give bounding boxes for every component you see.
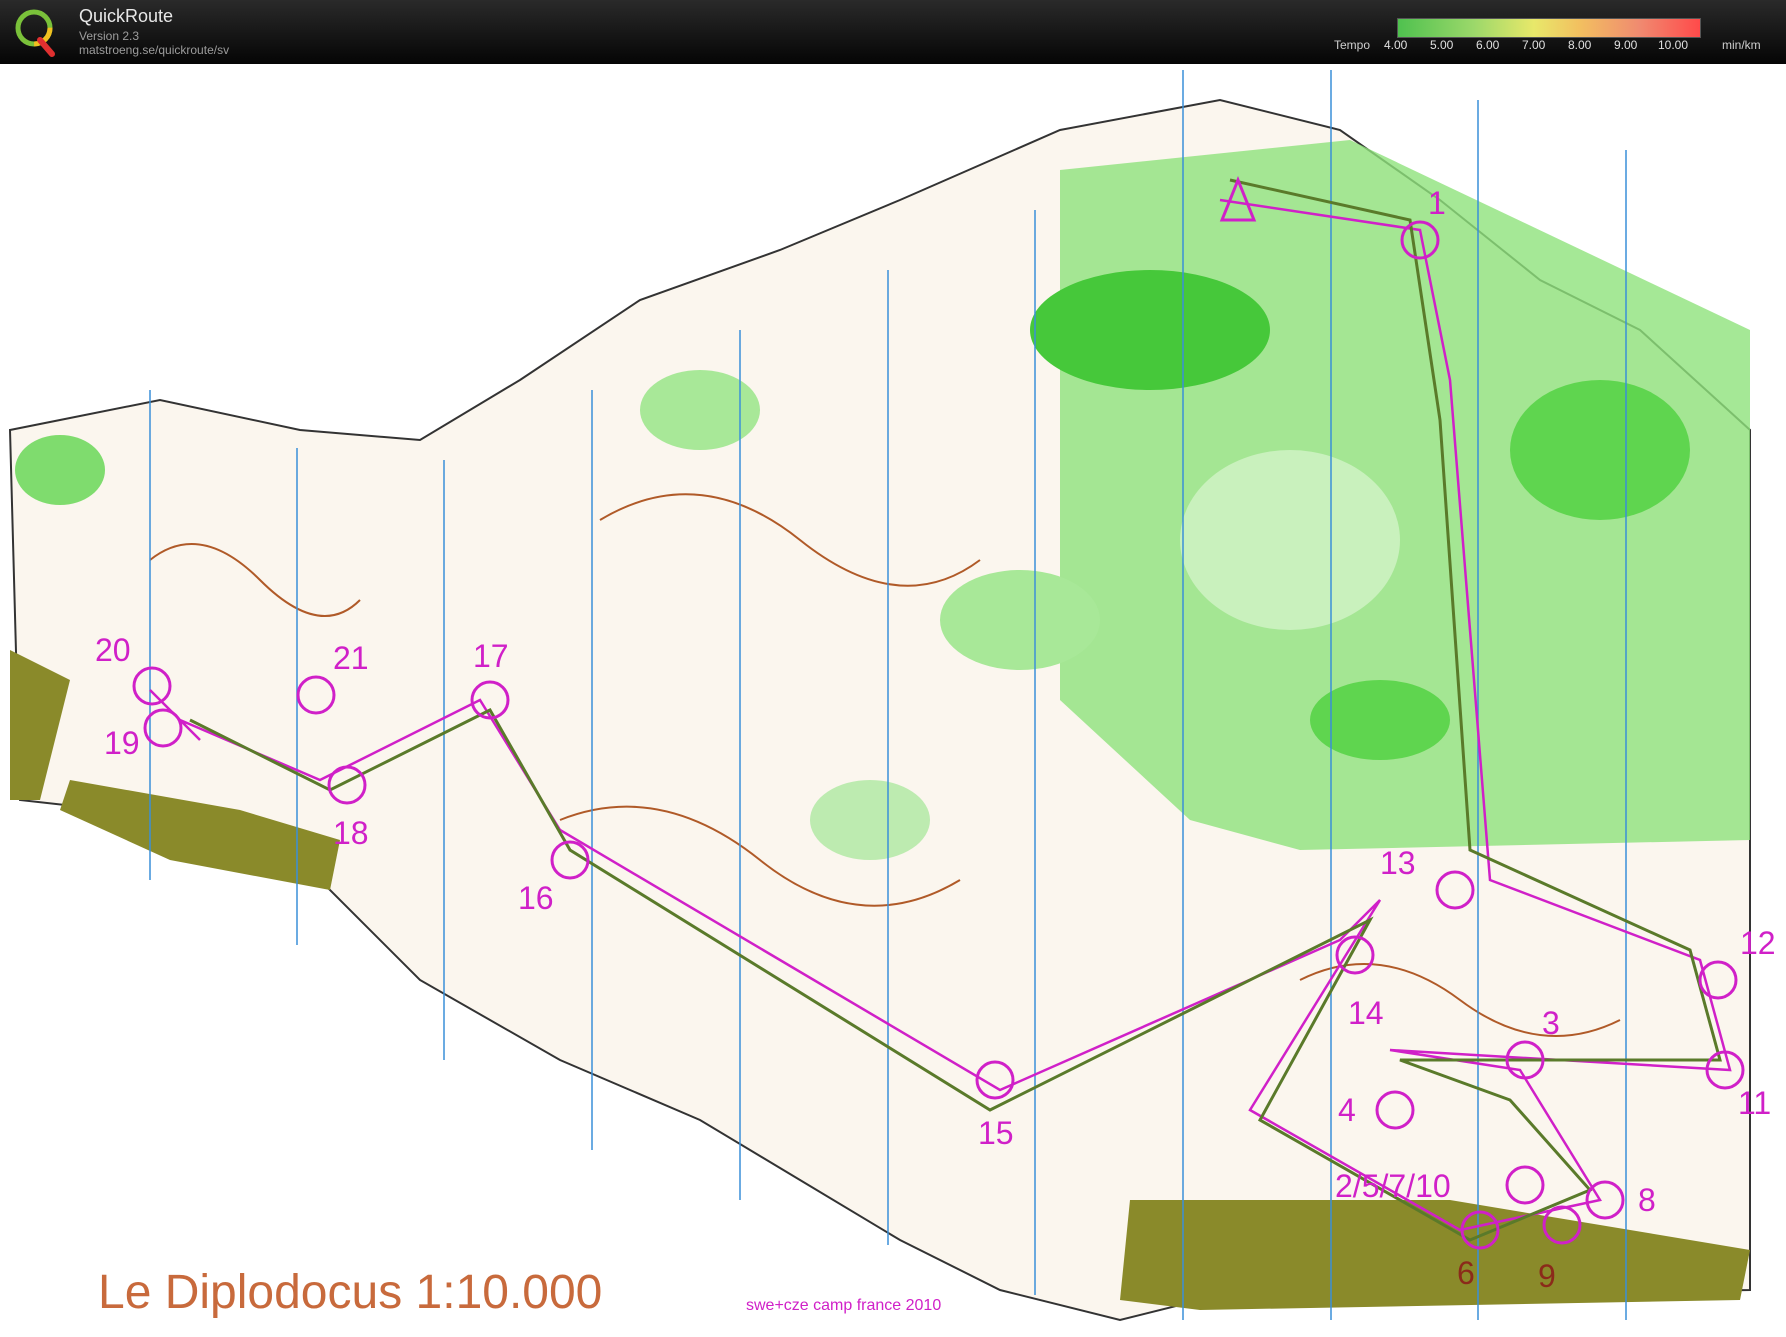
quickroute-logo-icon [15, 9, 55, 57]
tempo-tick: 7.00 [1522, 38, 1546, 52]
control-number: 2/5/7/10 [1335, 1168, 1451, 1204]
app-header: QuickRoute Version 2.3 matstroeng.se/qui… [0, 0, 1786, 64]
app-title: QuickRoute [79, 6, 174, 26]
tempo-tick: 10.00 [1658, 38, 1689, 52]
tempo-label: Tempo [1334, 38, 1371, 52]
tempo-tick: 6.00 [1476, 38, 1500, 52]
control-number: 1 [1428, 185, 1446, 221]
control-number: 12 [1740, 925, 1776, 961]
map-subtitle: swe+cze camp france 2010 [746, 1297, 942, 1314]
control-number: 18 [333, 815, 369, 851]
tempo-color-scale [1397, 18, 1701, 38]
control-number: 4 [1338, 1092, 1356, 1128]
control-number: 6 [1457, 1255, 1475, 1291]
control-number: 20 [95, 632, 131, 668]
app-url: matstroeng.se/quickroute/sv [79, 43, 230, 57]
control-number: 13 [1380, 845, 1416, 881]
tempo-tick: 8.00 [1568, 38, 1592, 52]
control-number: 9 [1538, 1258, 1556, 1294]
control-number: 14 [1348, 995, 1384, 1031]
control-number: 15 [978, 1115, 1014, 1151]
control-number: 17 [473, 638, 509, 674]
control-number: 21 [333, 640, 369, 676]
control-number: 8 [1638, 1182, 1656, 1218]
map-title: Le Diplodocus 1:10.000 [98, 1266, 603, 1319]
control-number: 16 [518, 880, 554, 916]
tempo-unit: min/km [1722, 38, 1761, 52]
orienteering-map[interactable] [0, 64, 1786, 1337]
control-number: 19 [104, 725, 140, 761]
control-number: 3 [1542, 1005, 1560, 1041]
tempo-tick: 5.00 [1430, 38, 1454, 52]
app-version: Version 2.3 [79, 29, 140, 43]
control-number: 11 [1738, 1085, 1772, 1121]
tempo-tick: 4.00 [1384, 38, 1408, 52]
tempo-tick: 9.00 [1614, 38, 1638, 52]
